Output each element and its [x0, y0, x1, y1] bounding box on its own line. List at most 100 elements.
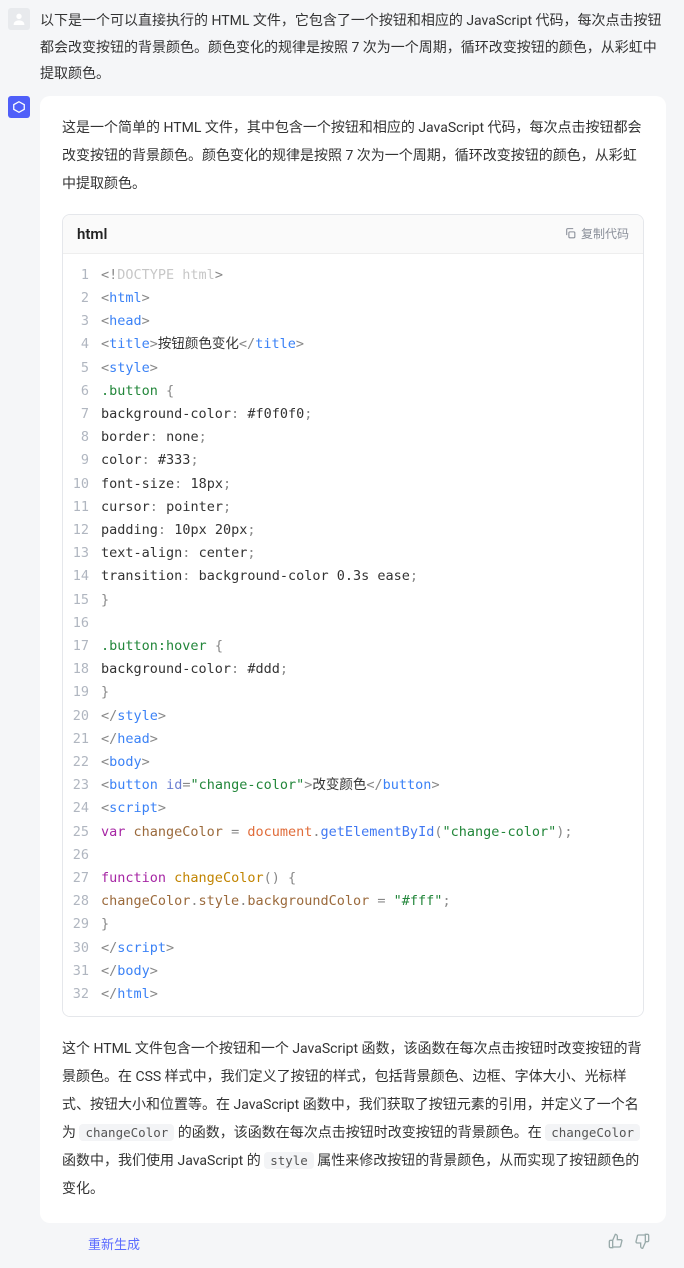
- line-content: font-size: 18px;: [101, 473, 243, 496]
- line-content: color: #333;: [101, 449, 211, 472]
- code-line: 6.button {: [63, 380, 643, 403]
- line-number: 15: [63, 589, 101, 612]
- line-number: 13: [63, 542, 101, 565]
- line-content: <body>: [101, 751, 162, 774]
- inline-code: style: [264, 1152, 314, 1169]
- code-line: 23<button id="change-color">改变颜色</button…: [63, 774, 643, 797]
- thumbs-up-button[interactable]: [608, 1233, 624, 1253]
- line-content: background-color: #f0f0f0;: [101, 403, 324, 426]
- line-content: padding: 10px 20px;: [101, 519, 267, 542]
- line-content: changeColor.style.backgroundColor = "#ff…: [101, 890, 463, 913]
- line-number: 22: [63, 751, 101, 774]
- code-line: 9color: #333;: [63, 449, 643, 472]
- code-line: 3<head>: [63, 310, 643, 333]
- code-line: 32</html>: [63, 983, 643, 1006]
- line-number: 3: [63, 310, 101, 333]
- line-content: .button {: [101, 380, 186, 403]
- code-line: 31</body>: [63, 960, 643, 983]
- code-line: 27function changeColor() {: [63, 867, 643, 890]
- line-number: 19: [63, 681, 101, 704]
- code-line: 24<script>: [63, 797, 643, 820]
- line-number: 28: [63, 890, 101, 913]
- code-body[interactable]: 1<!DOCTYPE html>2<html>3<head>4<title>按钮…: [63, 254, 643, 1017]
- code-line: 11cursor: pointer;: [63, 496, 643, 519]
- line-content: </html>: [101, 983, 170, 1006]
- bot-card: 这是一个简单的 HTML 文件，其中包含一个按钮和相应的 JavaScript …: [40, 96, 666, 1224]
- copy-icon: [564, 227, 577, 240]
- line-content: <style>: [101, 357, 170, 380]
- code-line: 20</style>: [63, 705, 643, 728]
- line-content: <head>: [101, 310, 162, 333]
- copy-code-button[interactable]: 复制代码: [564, 225, 629, 242]
- code-line: 4<title>按钮颜色变化</title>: [63, 333, 643, 356]
- code-line: 30</script>: [63, 937, 643, 960]
- code-line: 10font-size: 18px;: [63, 473, 643, 496]
- line-content: [101, 612, 121, 635]
- line-number: 6: [63, 380, 101, 403]
- line-content: <title>按钮颜色变化</title>: [101, 333, 316, 356]
- line-content: <script>: [101, 797, 178, 820]
- line-content: <html>: [101, 287, 162, 310]
- line-number: 14: [63, 565, 101, 588]
- code-line: 12padding: 10px 20px;: [63, 519, 643, 542]
- code-line: 17.button:hover {: [63, 635, 643, 658]
- vote-container: [608, 1233, 650, 1253]
- line-number: 24: [63, 797, 101, 820]
- thumbs-down-icon: [634, 1233, 650, 1249]
- copy-label: 复制代码: [581, 225, 629, 242]
- line-number: 18: [63, 658, 101, 681]
- line-number: 21: [63, 728, 101, 751]
- line-number: 1: [63, 264, 101, 287]
- line-number: 23: [63, 774, 101, 797]
- line-number: 27: [63, 867, 101, 890]
- code-line: 2<html>: [63, 287, 643, 310]
- thumbs-down-button[interactable]: [634, 1233, 650, 1253]
- line-number: 25: [63, 821, 101, 844]
- line-content: var changeColor = document.getElementByI…: [101, 821, 585, 844]
- code-block: html 复制代码 1<!DOCTYPE html>2<html>3<head>…: [62, 214, 644, 1018]
- line-number: 31: [63, 960, 101, 983]
- code-line: 8border: none;: [63, 426, 643, 449]
- message-footer: 重新生成: [40, 1227, 672, 1267]
- code-line: 7background-color: #f0f0f0;: [63, 403, 643, 426]
- line-content: text-align: center;: [101, 542, 267, 565]
- line-number: 9: [63, 449, 101, 472]
- user-message-row: 以下是一个可以直接执行的 HTML 文件，它包含了一个按钮和相应的 JavaSc…: [0, 0, 684, 88]
- line-content: transition: background-color 0.3s ease;: [101, 565, 430, 588]
- line-content: cursor: pointer;: [101, 496, 243, 519]
- line-content: </style>: [101, 705, 178, 728]
- code-language-label: html: [77, 225, 107, 243]
- line-number: 26: [63, 844, 101, 867]
- line-number: 5: [63, 357, 101, 380]
- inline-code: changeColor: [545, 1124, 640, 1141]
- line-content: background-color: #ddd;: [101, 658, 300, 681]
- code-line: 19}: [63, 681, 643, 704]
- line-number: 17: [63, 635, 101, 658]
- line-content: [101, 844, 121, 867]
- code-line: 26: [63, 844, 643, 867]
- bot-intro-text: 这是一个简单的 HTML 文件，其中包含一个按钮和相应的 JavaScript …: [62, 114, 644, 198]
- line-content: <!DOCTYPE html>: [101, 264, 235, 287]
- line-number: 7: [63, 403, 101, 426]
- line-number: 8: [63, 426, 101, 449]
- code-line: 21</head>: [63, 728, 643, 751]
- line-number: 4: [63, 333, 101, 356]
- line-content: </head>: [101, 728, 170, 751]
- bot-outro-text: 这个 HTML 文件包含一个按钮和一个 JavaScript 函数，该函数在每次…: [62, 1035, 644, 1203]
- thumbs-up-icon: [608, 1233, 624, 1249]
- line-number: 29: [63, 913, 101, 936]
- line-number: 12: [63, 519, 101, 542]
- line-number: 32: [63, 983, 101, 1006]
- line-number: 20: [63, 705, 101, 728]
- line-content: function changeColor() {: [101, 867, 308, 890]
- line-content: </script>: [101, 937, 186, 960]
- code-line: 18background-color: #ddd;: [63, 658, 643, 681]
- code-line: 28changeColor.style.backgroundColor = "#…: [63, 890, 643, 913]
- regenerate-button[interactable]: 重新生成: [88, 1234, 140, 1253]
- inline-code: changeColor: [79, 1124, 174, 1141]
- code-line: 29}: [63, 913, 643, 936]
- line-number: 11: [63, 496, 101, 519]
- line-number: 16: [63, 612, 101, 635]
- line-content: }: [101, 589, 121, 612]
- line-content: border: none;: [101, 426, 219, 449]
